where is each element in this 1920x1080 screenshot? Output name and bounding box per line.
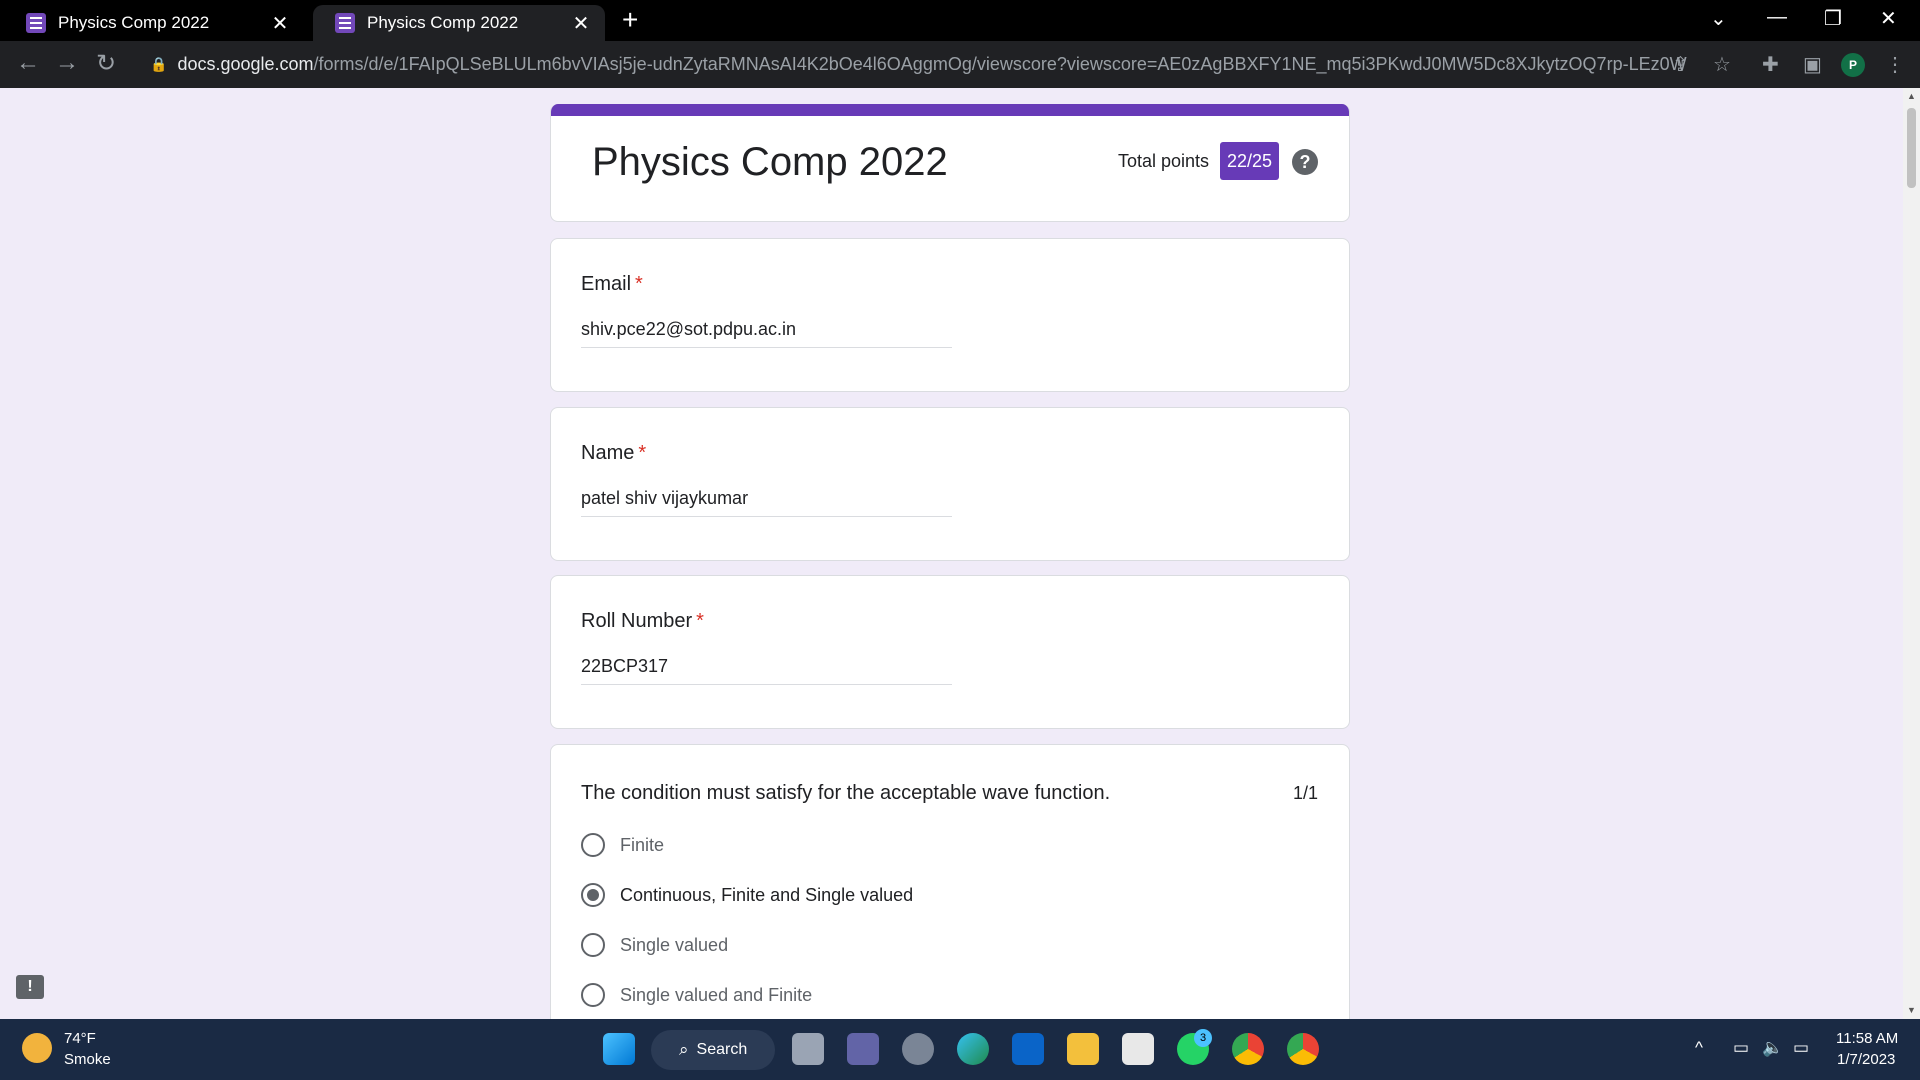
volume-icon[interactable]: 🔈 — [1762, 1038, 1783, 1058]
weather-sun-icon[interactable] — [22, 1033, 52, 1063]
browser-toolbar: ← → ↻ 🔒 docs.google.com/forms/d/e/1FAIpQ… — [0, 41, 1920, 88]
restore-button[interactable]: ❐ — [1824, 6, 1842, 31]
chrome-profile-icon[interactable] — [1287, 1033, 1319, 1065]
name-answer: patel shiv vijaykumar — [581, 488, 952, 517]
url-text[interactable]: docs.google.com/forms/d/e/1FAIpQLSeBLULm… — [177, 54, 1688, 75]
weather-condition[interactable]: Smoke — [64, 1051, 111, 1068]
taskbar: 74°F Smoke ⌕ Search 3 ^ ▭ 🔈 ▭ 11:58 AM 1… — [0, 1019, 1920, 1080]
option-single-valued-and-finite: Single valued and Finite — [581, 982, 812, 1008]
edge-browser-icon[interactable] — [957, 1033, 989, 1065]
form-header-card: Physics Comp 2022 Total points 22/25 ? — [550, 104, 1350, 222]
total-points-badge: 22/25 — [1220, 142, 1280, 180]
extensions-icon[interactable]: ✚ — [1762, 52, 1779, 77]
show-hidden-icons-chevron-icon[interactable]: ^ — [1695, 1038, 1703, 1058]
weather-temperature[interactable]: 74°F — [64, 1030, 96, 1047]
network-icon[interactable]: ▭ — [1733, 1038, 1749, 1058]
address-bar[interactable]: 🔒 docs.google.com/forms/d/e/1FAIpQLSeBLU… — [138, 48, 1688, 81]
settings-gear-icon[interactable] — [902, 1033, 934, 1065]
bookmark-star-icon[interactable]: ☆ — [1713, 52, 1731, 77]
browser-tab[interactable]: Physics Comp 2022 ✕ — [4, 5, 304, 41]
tab-search-icon[interactable]: ⌄ — [1710, 6, 1727, 31]
profile-avatar[interactable]: P — [1841, 53, 1865, 77]
required-asterisk: * — [696, 610, 704, 632]
reload-icon[interactable]: ↻ — [96, 49, 116, 78]
lock-icon: 🔒 — [150, 56, 168, 72]
email-label: Email * — [581, 273, 643, 295]
side-panel-icon[interactable]: ▣ — [1803, 52, 1822, 77]
page-scrollbar[interactable]: ▲ ▼ — [1903, 88, 1920, 1019]
mail-icon[interactable] — [1012, 1033, 1044, 1065]
tab-title: Physics Comp 2022 — [367, 13, 519, 32]
google-forms-icon — [335, 13, 355, 33]
tab-strip: Physics Comp 2022 ✕ Physics Comp 2022 ✕ … — [0, 0, 1920, 41]
close-tab-icon[interactable]: ✕ — [270, 11, 290, 36]
help-icon[interactable]: ? — [1292, 149, 1318, 175]
taskbar-search[interactable]: ⌕ Search — [651, 1030, 775, 1070]
radio-unchecked-icon — [581, 833, 605, 857]
scroll-down-icon[interactable]: ▼ — [1907, 1005, 1916, 1015]
radio-checked-icon — [581, 883, 605, 907]
roll-number-card: Roll Number * 22BCP317 — [550, 575, 1350, 729]
total-points-label: Total points — [1118, 151, 1210, 171]
required-asterisk: * — [635, 273, 643, 295]
battery-icon[interactable]: ▭ — [1793, 1038, 1809, 1058]
name-label: Name * — [581, 442, 647, 464]
teams-chat-icon[interactable] — [847, 1033, 879, 1065]
email-answer: shiv.pce22@sot.pdpu.ac.in — [581, 319, 952, 348]
more-menu-icon[interactable]: ⋮ — [1885, 52, 1905, 77]
option-finite: Finite — [581, 832, 664, 858]
accent-bar — [551, 104, 1349, 116]
question-card: The condition must satisfy for the accep… — [550, 744, 1350, 1019]
clock-date[interactable]: 1/7/2023 — [1837, 1051, 1895, 1068]
roll-number-label: Roll Number * — [581, 610, 704, 632]
tab-title: Physics Comp 2022 — [58, 13, 210, 32]
email-card: Email * shiv.pce22@sot.pdpu.ac.in — [550, 238, 1350, 392]
share-icon[interactable]: ⇪ — [1672, 52, 1689, 77]
scroll-up-icon[interactable]: ▲ — [1907, 91, 1916, 101]
minimize-button[interactable]: — — [1767, 6, 1787, 29]
notification-badge: 3 — [1194, 1029, 1212, 1047]
option-continuous-finite-single-valued: Continuous, Finite and Single valued — [581, 882, 913, 908]
question-score: 1/1 — [1292, 783, 1318, 803]
name-card: Name * patel shiv vijaykumar — [550, 407, 1350, 561]
question-text: The condition must satisfy for the accep… — [581, 782, 1111, 804]
close-window-button[interactable]: ✕ — [1880, 6, 1897, 31]
back-arrow-icon[interactable]: ← — [16, 49, 40, 77]
form-title: Physics Comp 2022 — [592, 140, 948, 184]
task-view-icon[interactable] — [792, 1033, 824, 1065]
new-tab-button[interactable]: + — [622, 4, 638, 36]
file-explorer-icon[interactable] — [1067, 1033, 1099, 1065]
microsoft-store-icon[interactable] — [1122, 1033, 1154, 1065]
windows-start-icon[interactable] — [603, 1033, 635, 1065]
close-tab-icon[interactable]: ✕ — [571, 11, 591, 36]
search-icon: ⌕ — [679, 1040, 689, 1059]
radio-unchecked-icon — [581, 983, 605, 1007]
scroll-thumb[interactable] — [1907, 108, 1916, 188]
forward-arrow-icon[interactable]: → — [55, 49, 79, 77]
chrome-icon[interactable] — [1232, 1033, 1264, 1065]
page-content: Physics Comp 2022 Total points 22/25 ? E… — [0, 88, 1903, 1019]
browser-tab-active[interactable]: Physics Comp 2022 ✕ — [313, 5, 605, 41]
google-forms-icon — [26, 13, 46, 33]
clock-time[interactable]: 11:58 AM — [1836, 1030, 1898, 1047]
roll-number-answer: 22BCP317 — [581, 656, 952, 685]
feedback-icon[interactable]: ! — [16, 975, 44, 999]
radio-unchecked-icon — [581, 933, 605, 957]
option-single-valued: Single valued — [581, 932, 728, 958]
required-asterisk: * — [638, 442, 647, 464]
